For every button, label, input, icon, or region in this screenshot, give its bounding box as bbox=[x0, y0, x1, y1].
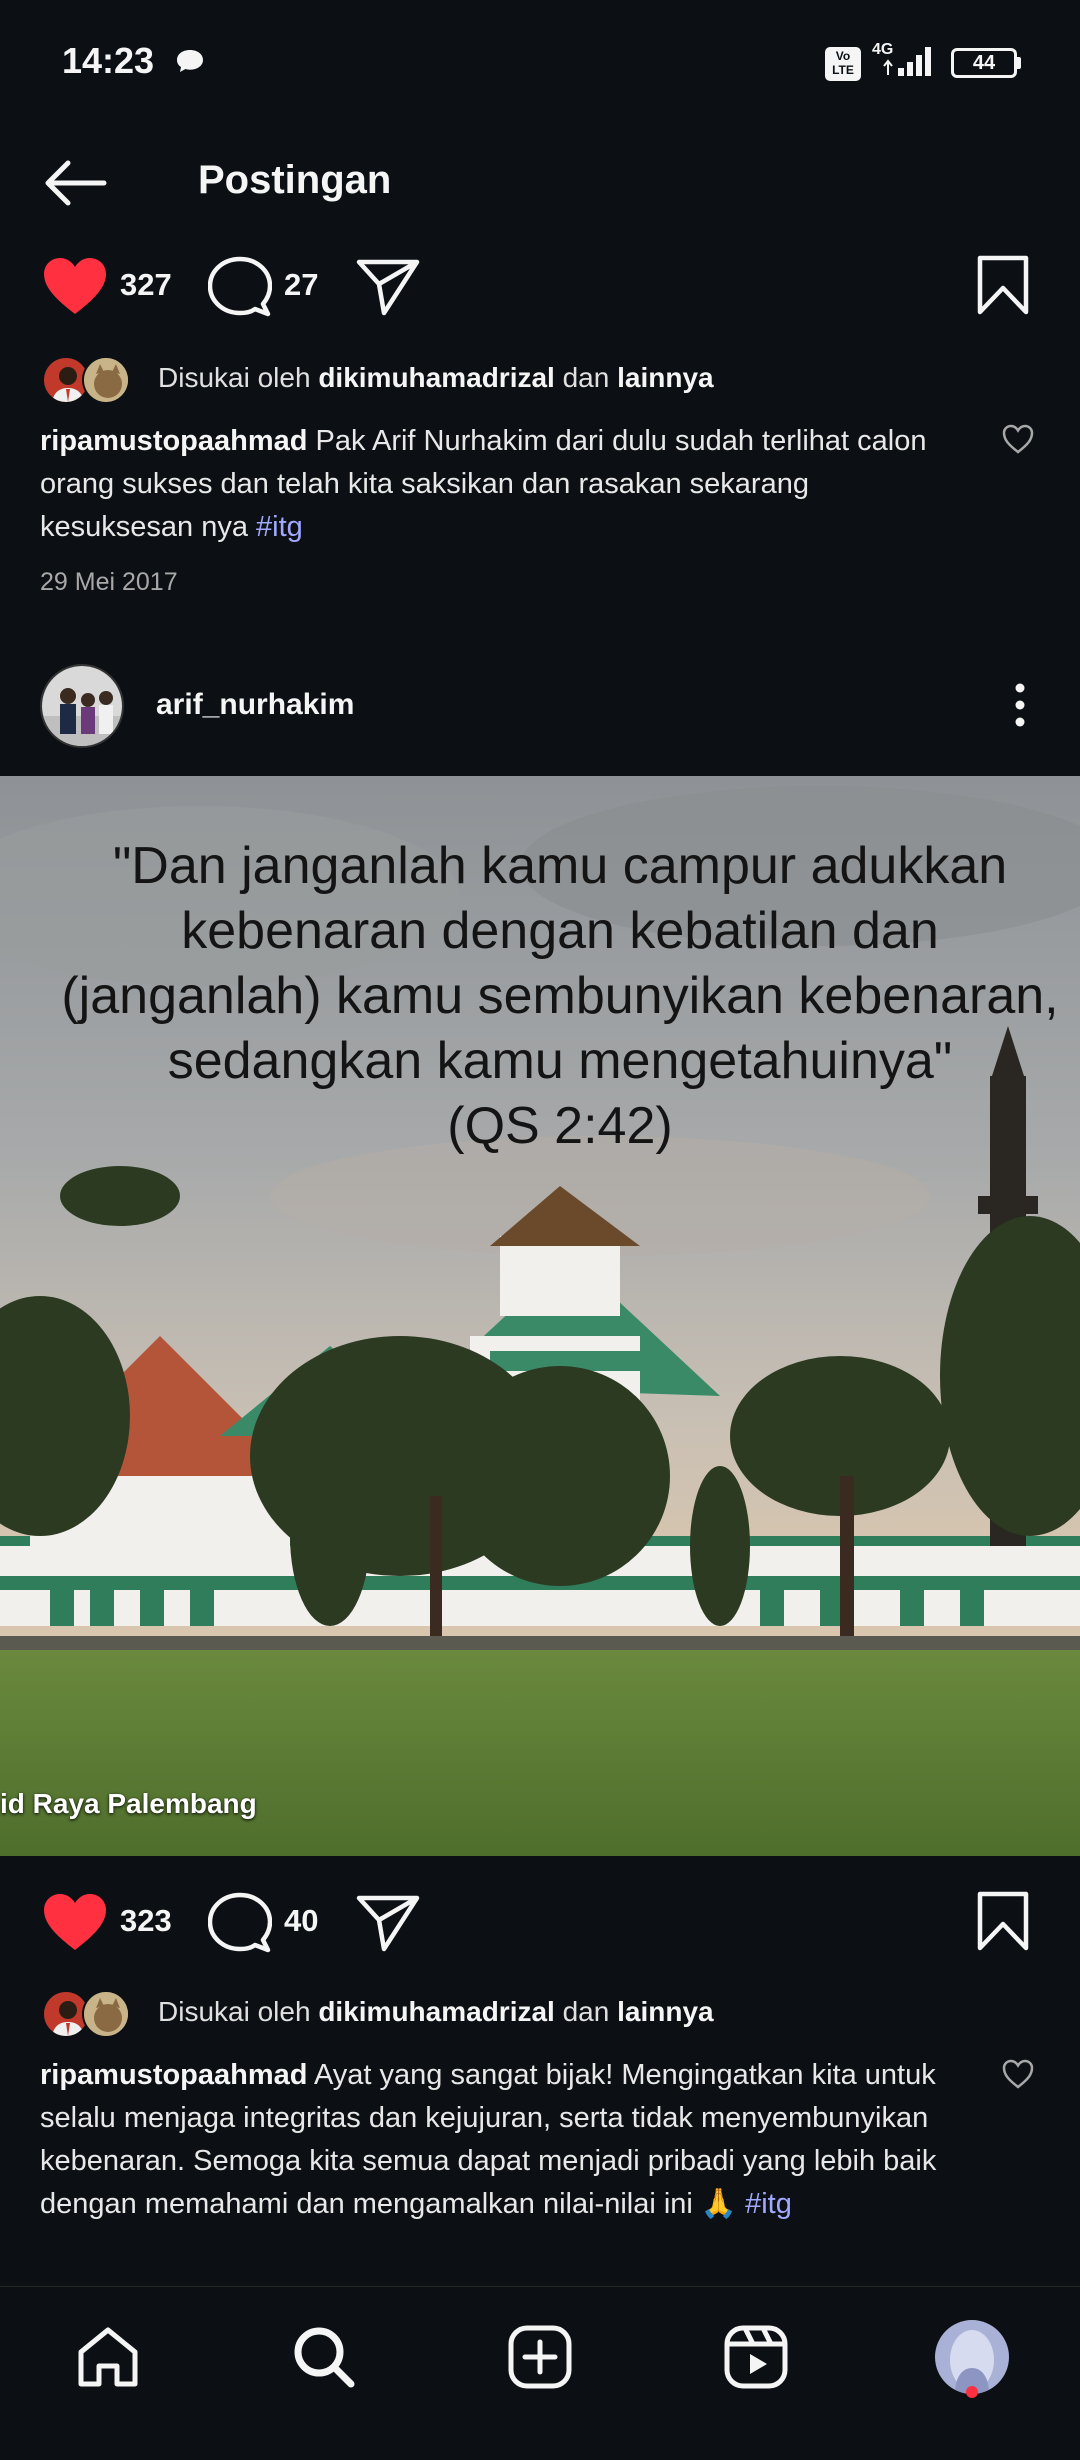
liked-by-text: Disukai oleh dikimuhamadrizal dan lainny… bbox=[158, 362, 714, 394]
post2-action-row: 323 40 bbox=[0, 1880, 1080, 1960]
reels-icon bbox=[724, 2325, 788, 2389]
liked-by-text: Disukai oleh dikimuhamadrizal dan lainny… bbox=[158, 1996, 714, 2028]
author-avatar[interactable] bbox=[40, 664, 124, 748]
post1-action-row: 327 27 bbox=[0, 244, 1080, 324]
page-title: Postingan bbox=[198, 158, 392, 202]
avatar-cat-icon bbox=[84, 1992, 128, 2036]
quote-overlay-text: "Dan janganlah kamu campur adukkan keben… bbox=[61, 837, 1059, 1155]
author-username[interactable]: arif_nurhakim bbox=[156, 688, 354, 722]
post-date: 29 Mei 2017 bbox=[40, 568, 178, 596]
liked-by-others-link[interactable]: lainnya bbox=[617, 362, 713, 393]
bottom-nav bbox=[0, 2286, 1080, 2460]
comment-icon[interactable] bbox=[208, 1892, 272, 1954]
author-photo bbox=[42, 666, 122, 746]
heart-filled-icon[interactable] bbox=[42, 256, 108, 316]
like-count: 323 bbox=[120, 1903, 172, 1938]
liked-by-prefix: Disukai oleh bbox=[158, 1996, 311, 2027]
like-count: 327 bbox=[120, 267, 172, 302]
nav-profile[interactable] bbox=[932, 2317, 1012, 2397]
profile-avatar bbox=[935, 2320, 1009, 2394]
volte-icon: Vo LTE bbox=[825, 47, 861, 81]
liked-by-user-link[interactable]: dikimuhamadrizal bbox=[318, 362, 555, 393]
more-options-icon[interactable] bbox=[1000, 680, 1040, 730]
hashtag-link[interactable]: #itg bbox=[256, 511, 303, 543]
bookmark-icon[interactable] bbox=[976, 1890, 1030, 1952]
home-icon bbox=[78, 2327, 138, 2387]
comment-like-heart-icon[interactable] bbox=[1001, 422, 1035, 456]
signal-icon bbox=[883, 47, 931, 76]
chat-bubble-icon bbox=[177, 50, 203, 72]
image-watermark-text: id Raya Palembang bbox=[0, 1788, 257, 1819]
liked-by-others-link[interactable]: lainnya bbox=[617, 1996, 713, 2027]
post2-caption: ripamustopaahmad Ayat yang sangat bijak!… bbox=[40, 2054, 970, 2226]
avatar[interactable] bbox=[82, 1990, 130, 2038]
share-icon[interactable] bbox=[356, 1894, 420, 1952]
heart-filled-icon[interactable] bbox=[42, 1892, 108, 1952]
share-icon[interactable] bbox=[356, 258, 420, 316]
liked-by-and: dan bbox=[562, 1996, 610, 2027]
avatar[interactable] bbox=[82, 356, 130, 404]
status-time: 14:23 bbox=[62, 40, 155, 81]
caption-username[interactable]: ripamustopaahmad bbox=[40, 2059, 308, 2091]
status-bar: 14:23 Vo LTE 4G 44 bbox=[0, 0, 1080, 130]
arrow-left-icon[interactable] bbox=[40, 158, 110, 208]
post1-liked-by[interactable]: Disukai oleh dikimuhamadrizal dan lainny… bbox=[40, 352, 1040, 412]
liked-by-user-link[interactable]: dikimuhamadrizal bbox=[318, 1996, 555, 2027]
avatar-cat-icon bbox=[84, 358, 128, 402]
notification-dot bbox=[966, 2386, 978, 2398]
comment-count: 27 bbox=[284, 267, 319, 302]
post-image[interactable]: "Dan janganlah kamu campur adukkan keben… bbox=[0, 776, 1080, 1856]
battery-tip bbox=[1016, 57, 1021, 69]
comment-icon[interactable] bbox=[208, 256, 272, 318]
nav-create[interactable] bbox=[500, 2317, 580, 2397]
post2-liked-by[interactable]: Disukai oleh dikimuhamadrizal dan lainny… bbox=[40, 1986, 1040, 2046]
nav-reels[interactable] bbox=[716, 2317, 796, 2397]
comment-count: 40 bbox=[284, 1903, 319, 1938]
create-icon bbox=[508, 2325, 572, 2389]
liked-by-and: dan bbox=[562, 362, 610, 393]
nav-home[interactable] bbox=[68, 2317, 148, 2397]
hashtag-link[interactable]: #itg bbox=[745, 2188, 792, 2220]
caption-username[interactable]: ripamustopaahmad bbox=[40, 425, 308, 457]
profile-photo bbox=[935, 2320, 1009, 2394]
battery-level: 44 bbox=[972, 51, 996, 74]
bookmark-icon[interactable] bbox=[976, 254, 1030, 316]
search-icon bbox=[294, 2327, 355, 2388]
battery-icon: 44 bbox=[951, 48, 1017, 78]
post1-caption: ripamustopaahmad Pak Arif Nurhakim dari … bbox=[40, 420, 970, 549]
nav-search[interactable] bbox=[284, 2317, 364, 2397]
comment-like-heart-icon[interactable] bbox=[1001, 2057, 1035, 2091]
liked-by-prefix: Disukai oleh bbox=[158, 362, 311, 393]
